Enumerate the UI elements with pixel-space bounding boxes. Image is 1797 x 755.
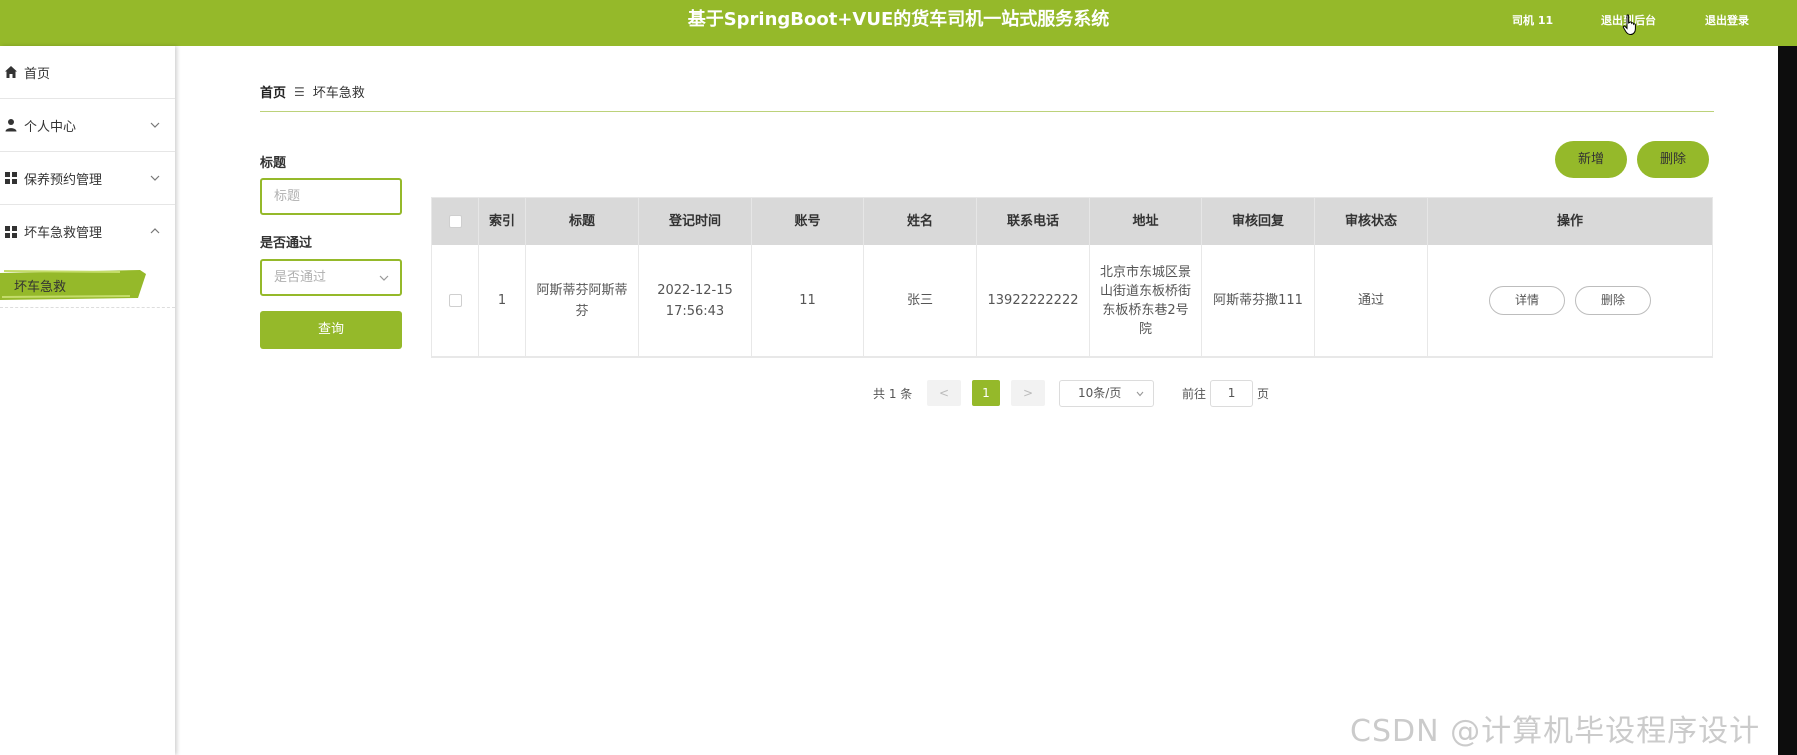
row-delete-button[interactable]: 删除 [1575,286,1651,315]
page-jump: 前往 1 页 [1182,379,1270,407]
sidebar-item-label: 首页 [24,66,51,82]
prev-page-button[interactable]: < [927,380,961,406]
data-table: 索引 标题 登记时间 账号 姓名 联系电话 地址 审核回复 审核状态 操作 1 … [431,197,1713,358]
column-header: 姓名 [864,198,977,245]
sidebar-item-rescue-management[interactable]: 坏车急救管理 [0,205,175,258]
sidebar-item-label: 保养预约管理 [24,172,103,188]
row-select-cell [432,245,479,356]
chevron-down-icon [150,175,160,181]
page-size-value: 10条/页 [1078,385,1122,400]
chevron-up-icon [150,228,160,234]
cell-name: 张三 [864,245,977,356]
column-header: 登记时间 [639,198,752,245]
sidebar-item-label: 个人中心 [24,119,77,135]
cell-actions: 详情 删除 [1428,245,1712,356]
breadcrumb-current: 坏车急救 [312,86,365,101]
breadcrumb: 首页 ☰ 坏车急救 [260,82,365,102]
breadcrumb-home[interactable]: 首页 [260,82,286,101]
hand-cursor-icon [1622,14,1636,36]
table-row: 1 阿斯蒂芬阿斯蒂芬 2022-12-15 17:56:43 11 张三 139… [432,245,1712,357]
select-all-checkbox[interactable] [448,215,462,228]
breadcrumb-divider [260,111,1714,112]
column-header: 操作 [1556,214,1583,229]
select-all-cell [432,198,479,245]
title-search-input[interactable]: 标题 [260,178,402,215]
goto-page-input[interactable]: 1 [1210,379,1254,407]
user-icon [4,118,18,132]
sidebar-item-home[interactable]: 首页 [0,46,175,99]
top-header: 基于SpringBoot+VUE的货车司机一站式服务系统 司机 11 退出到后台… [0,0,1797,46]
column-header: 标题 [526,198,639,245]
goto-label: 前往 [1182,386,1207,401]
cell-phone: 13922222222 [977,245,1090,356]
column-header: 审核回复 [1202,198,1315,245]
title-filter-label: 标题 [260,156,287,171]
delete-button[interactable]: 删除 [1637,141,1709,178]
column-header: 地址 [1090,198,1202,245]
current-user-label: 司机 11 [1512,14,1554,27]
cell-account: 11 [752,245,864,356]
cell-status: 通过 [1315,245,1428,356]
pass-status-select-value: 是否通过 [274,270,327,285]
logout-link[interactable]: 退出登录 [1705,12,1749,28]
cell-index: 1 [479,245,526,356]
grid-icon [4,225,18,239]
sidebar-subitem-rescue[interactable]: 坏车急救 [0,258,175,308]
column-header: 审核状态 [1315,198,1428,245]
table-header: 索引 标题 登记时间 账号 姓名 联系电话 地址 审核回复 审核状态 操作 [432,198,1712,245]
next-page-button[interactable]: > [1011,380,1045,406]
chevron-down-icon [150,122,160,128]
page-number-current[interactable]: 1 [972,380,1000,406]
cell-title: 阿斯蒂芬阿斯蒂芬 [526,245,639,356]
pagination: < 1 > 10条/页 [927,379,1154,407]
column-header: 索引 [479,198,526,245]
column-header: 账号 [752,198,864,245]
row-checkbox[interactable] [448,294,462,307]
sidebar: 首页 个人中心 保养预约管理 坏车急救管理 坏车急救 [0,46,175,755]
grid-icon [4,171,18,185]
column-header: 联系电话 [977,198,1090,245]
page-size-select[interactable]: 10条/页 [1059,379,1154,407]
cell-time: 2022-12-15 17:56:43 [639,245,752,356]
add-button[interactable]: 新增 [1555,141,1627,178]
sidebar-subitem-label: 坏车急救 [14,280,67,295]
query-button[interactable]: 查询 [260,311,402,349]
breadcrumb-separator-icon: ☰ [294,84,305,99]
chevron-down-icon [379,275,389,281]
sidebar-item-personal-center[interactable]: 个人中心 [0,99,175,152]
pass-status-select[interactable]: 是否通过 [260,259,402,296]
goto-suffix: 页 [1257,386,1270,401]
chevron-down-icon [1136,391,1144,396]
sidebar-item-maintenance[interactable]: 保养预约管理 [0,152,175,205]
cell-reply: 阿斯蒂芬撒111 [1202,245,1315,356]
window-edge [1778,46,1797,755]
watermark-text: CSDN @计算机毕设程序设计 [1350,714,1761,749]
sidebar-item-label: 坏车急救管理 [24,226,103,241]
cell-address: 北京市东城区景山街道东板桥街东板桥东巷2号院 [1090,245,1202,356]
detail-button[interactable]: 详情 [1489,286,1565,315]
pagination-total: 共 1 条 [873,386,913,401]
home-icon [4,65,18,79]
pass-filter-label: 是否通过 [260,236,313,251]
